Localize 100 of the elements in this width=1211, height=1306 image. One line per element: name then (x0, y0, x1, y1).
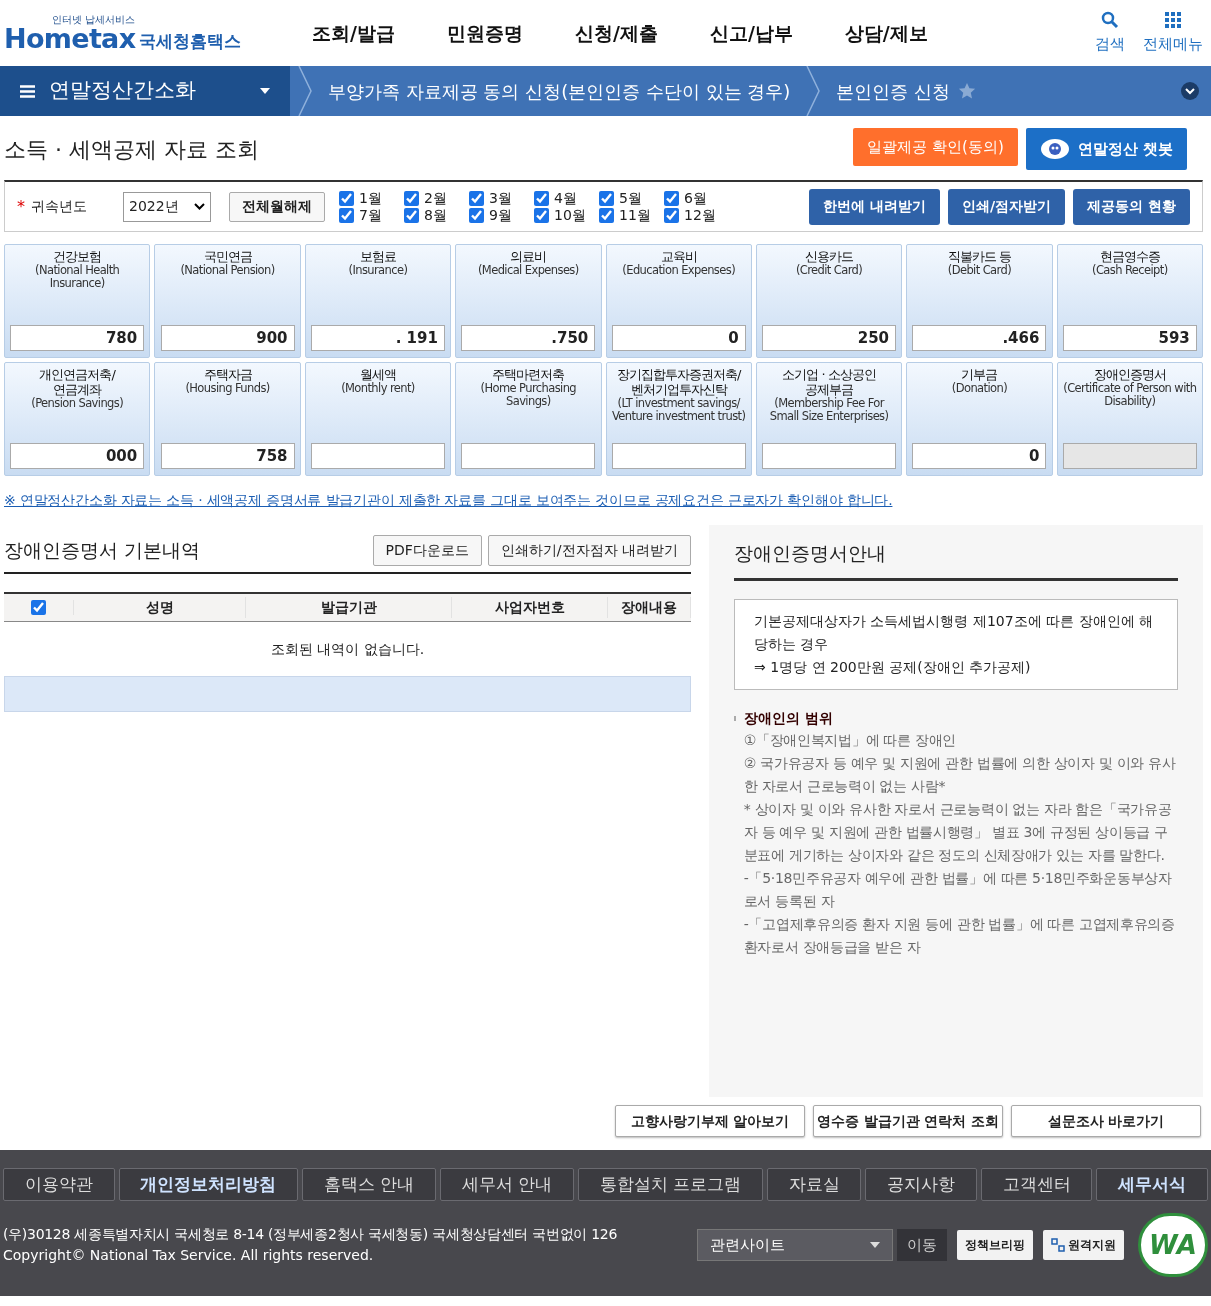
month-checkbox[interactable] (599, 207, 614, 223)
deduction-card[interactable]: 직불카드 등 (Debit Card) .466 (906, 244, 1053, 358)
amount-field[interactable]: 0 (912, 443, 1047, 469)
deduction-card[interactable]: 교육비 (Education Expenses) 0 (605, 244, 752, 358)
breadcrumb-item[interactable]: 본인인증 신청 (828, 77, 959, 105)
nav-menu-item[interactable]: 조회/발급 (312, 18, 395, 48)
star-icon[interactable] (958, 82, 977, 100)
month-checkbox[interactable] (339, 190, 354, 206)
link-button[interactable]: 설문조사 바로가기 (1011, 1105, 1201, 1137)
action-button[interactable]: 한번에 내려받기 (809, 188, 940, 225)
nav-menu-item[interactable]: 신청/제출 (574, 18, 658, 48)
logo-tagline: 인터넷 납세서비스 (52, 14, 136, 25)
column-header: 성명 (74, 597, 246, 618)
footer-link[interactable]: 공지사항 (865, 1168, 977, 1201)
dropdown-caret-icon (260, 88, 270, 94)
download-button[interactable]: 인쇄하기/전자점자 내려받기 (487, 535, 691, 566)
card-subtitle: (Donation) (951, 382, 1008, 395)
amount-field[interactable]: 780 (10, 325, 145, 351)
header-action-link[interactable]: 전체메뉴 (1143, 32, 1203, 56)
amount-field[interactable]: 900 (160, 325, 295, 351)
deduction-card[interactable]: 건강보험 (National Health Insurance) 780 (4, 244, 151, 358)
deduction-card[interactable]: 월세액 (Monthly rent) (304, 362, 452, 476)
card-title: 신용카드 (805, 249, 854, 264)
footer-link[interactable]: 개인정보처리방침 (118, 1168, 299, 1201)
deduction-card[interactable]: 주택자금 (Housing Funds) 758 (154, 362, 301, 476)
select-all-checkbox[interactable] (31, 600, 46, 615)
amount-field[interactable]: . 191 (310, 325, 445, 351)
dropdown-caret-icon (194, 203, 205, 210)
amount-field[interactable]: 758 (160, 443, 295, 469)
card-title: 장애인증명서 (1093, 367, 1166, 382)
deduction-card[interactable]: 개인연금저축/ 연금계좌 (Pension Savings) 000 (4, 362, 151, 476)
link-button[interactable]: 영수증 발급기관 연락처 조회 (813, 1105, 1003, 1137)
footer-link[interactable]: 홈택스 안내 (302, 1168, 436, 1201)
footer-link[interactable]: 통합설치 프로그램 (577, 1168, 763, 1201)
amount-field[interactable]: .750 (461, 325, 596, 351)
deduction-card[interactable]: 기부금 (Donation) 0 (906, 362, 1053, 476)
clear-months-button[interactable]: 전체월해제 (229, 191, 325, 222)
nav-menu-item[interactable]: 민원증명 (446, 18, 523, 48)
hamburger-icon (20, 84, 35, 98)
amount-field[interactable] (611, 443, 746, 469)
partner-badge[interactable]: 원격지원 (1043, 1230, 1124, 1260)
amount-field[interactable]: .466 (912, 325, 1047, 351)
amount-field[interactable]: 0 (611, 325, 746, 351)
month-checkbox[interactable] (339, 207, 354, 223)
month-checkbox[interactable] (404, 207, 419, 223)
partner-badge[interactable]: 정책브리핑 (957, 1230, 1033, 1260)
nav-menu-item[interactable]: 상담/제보 (844, 18, 928, 48)
deduction-card[interactable]: 국민연금 (National Pension) 900 (154, 244, 301, 358)
month-checkbox[interactable] (404, 190, 419, 206)
deduction-card[interactable]: 현금영수증 (Cash Receipt) 593 (1056, 244, 1203, 358)
footer-link[interactable]: 자료실 (766, 1168, 862, 1201)
amount-field[interactable] (461, 443, 596, 469)
action-button[interactable]: 제공동의 현황 (1073, 188, 1190, 225)
footer-link[interactable]: 세무서 안내 (440, 1168, 574, 1201)
deduction-card[interactable]: 보험료 (Insurance) . 191 (304, 244, 452, 358)
amount-field[interactable]: 250 (762, 325, 897, 351)
go-button[interactable]: 이동 (897, 1229, 947, 1261)
month-checkbox[interactable] (599, 190, 614, 206)
footer-link[interactable]: 세무서식 (1096, 1168, 1208, 1201)
deduction-card[interactable]: 소기업 · 소상공인 공제부금 (Membership Fee For Small Size Enterprises) (755, 362, 903, 476)
footer-link[interactable]: 이용약관 (3, 1168, 115, 1201)
chevron-separator-icon (806, 66, 821, 116)
logo-wordmark[interactable]: Hometax (4, 24, 136, 52)
footer-link[interactable]: 고객센터 (980, 1168, 1093, 1201)
related-site-select[interactable]: 관련사이트 (697, 1229, 893, 1261)
amount-field[interactable] (762, 443, 897, 469)
month-checkbox[interactable] (469, 190, 484, 206)
nav-menu-item[interactable]: 신고/납부 (709, 18, 793, 48)
deduction-card[interactable]: 주택마련저축 (Home Purchasing Savings) (455, 362, 602, 476)
amount-field[interactable] (310, 443, 445, 469)
link-button[interactable]: 고향사랑기부제 알아보기 (615, 1105, 805, 1137)
amount-field[interactable]: 593 (1062, 325, 1197, 351)
year-select[interactable]: 2022년 (123, 191, 211, 222)
breadcrumb-item[interactable]: 부양가족 자료제공 동의 신청(본인인증 수단이 있는 경우) (320, 77, 799, 105)
card-subtitle: (Insurance) (348, 264, 408, 277)
download-button[interactable]: PDF다운로드 (372, 535, 482, 566)
expand-chevron-icon[interactable] (1181, 82, 1199, 100)
action-button[interactable]: 인쇄/점자받기 (948, 188, 1066, 225)
summary-text: 기본공제대상자가 소득세법시행령 제107조에 따른 장애인에 해당하는 경우 (754, 611, 1154, 654)
month-checkbox[interactable] (534, 207, 549, 223)
month-checkbox[interactable] (534, 190, 549, 206)
card-title: 개인연금저축/ 연금계좌 (39, 367, 115, 397)
month-label: 7월 (359, 206, 382, 224)
amount-field[interactable]: 000 (10, 443, 145, 469)
notice-link[interactable]: ※ 연말정산간소화 자료는 소득 · 세액공제 증명서류 발급기관이 제출한 자료를 그대로 보여주는 것이므로 공제요건은 근로자가 확인해야 합니다. (0, 490, 1211, 511)
header-action-link[interactable]: 검색 (1095, 32, 1125, 56)
card-title: 보험료 (359, 249, 396, 264)
column-header: 장애내용 (608, 597, 691, 618)
month-checkbox[interactable] (664, 207, 679, 223)
deduction-card[interactable]: 신용카드 (Credit Card) 250 (755, 244, 903, 358)
service-menu[interactable]: 연말정산간소화 (0, 66, 290, 116)
month-checkbox[interactable] (664, 190, 679, 206)
chatbot-button[interactable]: 연말정산 챗봇 (1025, 128, 1187, 170)
month-label: 8월 (424, 206, 447, 224)
windows-icon (1051, 1238, 1065, 1252)
month-checkbox[interactable] (469, 207, 484, 223)
deduction-card[interactable]: 의료비 (Medical Expenses) .750 (455, 244, 602, 358)
logo-org-name: 국세청홈택스 (139, 32, 242, 50)
deduction-card[interactable]: 장기집합투자증권저축/ 벤처기업투자신탁 (LT investment savings/ Venture investment trust) (605, 362, 752, 476)
month-label: 11월 (619, 206, 651, 224)
